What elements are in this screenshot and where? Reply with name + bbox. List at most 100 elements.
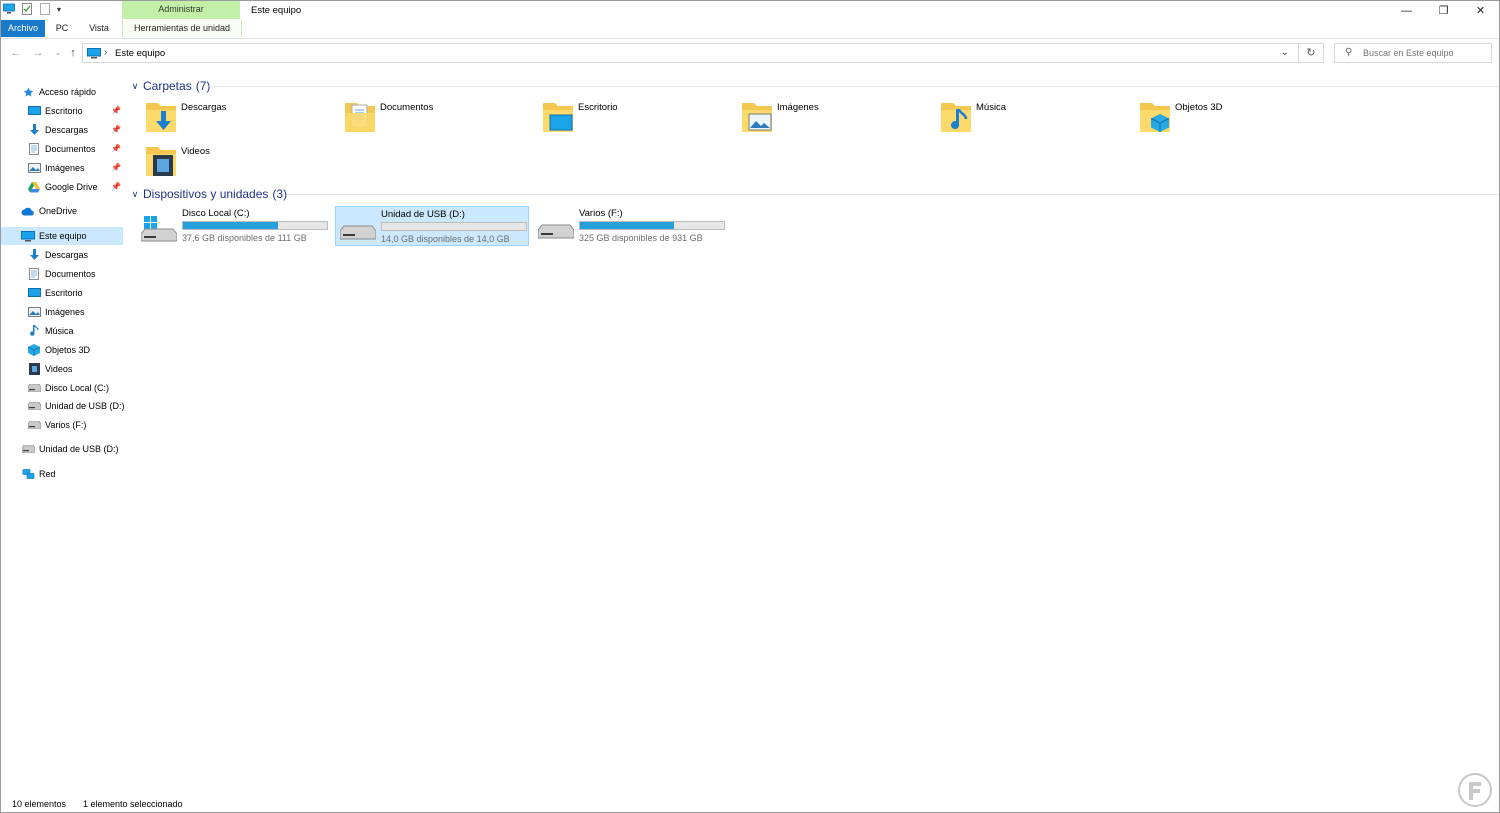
search-box[interactable]: ⚲	[1334, 43, 1492, 63]
folder-videos[interactable]: Videos	[129, 143, 319, 187]
new-folder-icon[interactable]	[39, 3, 51, 15]
folder-escritorio[interactable]: Escritorio	[526, 99, 716, 143]
music-icon	[27, 324, 41, 338]
arrow-left-icon: ←	[10, 47, 22, 59]
forward-button[interactable]: →	[31, 46, 45, 60]
drive-name: Disco Local (C:)	[182, 208, 250, 219]
music-folder-icon	[941, 103, 971, 132]
address-bar[interactable]: › Este equipo ⌄ ↻	[82, 43, 1324, 63]
sidebar-item-escritorio[interactable]: Escritorio 📌	[1, 102, 149, 120]
sidebar-item-videos[interactable]: Videos	[1, 360, 149, 378]
sidebar-item-escritorio[interactable]: Escritorio	[1, 284, 149, 302]
restore-button[interactable]: ❐	[1425, 1, 1462, 20]
navigation-pane: Acceso rápido Escritorio 📌 Descargas 📌 D…	[1, 79, 125, 789]
folder-imagenes[interactable]: Imágenes	[725, 99, 915, 143]
sidebar-item-este-equipo[interactable]: Este equipo	[1, 227, 123, 245]
sidebar-item-label: Imágenes	[45, 307, 85, 317]
chevron-down-icon[interactable]: ∨	[129, 189, 141, 200]
folder-label: Escritorio	[578, 102, 618, 113]
refresh-button[interactable]: ↻	[1298, 44, 1323, 62]
sidebar-item-red[interactable]: Red	[1, 465, 143, 483]
sidebar-item-musica[interactable]: Música	[1, 322, 149, 340]
tab-pc[interactable]: PC	[53, 20, 71, 37]
sidebar-item-label: Google Drive	[45, 182, 98, 192]
address-dropdown-chevron-icon[interactable]: ⌄	[1281, 47, 1289, 58]
refresh-icon: ↻	[1306, 47, 1316, 59]
cloud-icon	[21, 204, 35, 218]
sidebar-item-label: Unidad de USB (D:)	[45, 401, 125, 411]
close-icon: ✕	[1475, 5, 1486, 17]
drive-varios-f[interactable]: Varios (F:) 325 GB disponibles de 931 GB	[534, 206, 728, 246]
sidebar-item-label: Escritorio	[45, 106, 83, 116]
sidebar-item-disco-local-c[interactable]: Disco Local (C:)	[1, 379, 149, 397]
chevron-down-icon[interactable]: ∨	[129, 81, 141, 92]
sidebar-item-unidad-de-usb-d[interactable]: Unidad de USB (D:)	[1, 397, 149, 415]
sidebar-item-imagenes[interactable]: Imágenes	[1, 303, 149, 321]
drive-usage-bar	[381, 222, 527, 231]
search-input[interactable]	[1363, 46, 1488, 60]
sidebar-item-quick-access[interactable]: Acceso rápido	[1, 83, 143, 101]
drive-name: Unidad de USB (D:)	[381, 209, 465, 220]
3d-objects-folder-icon	[1140, 103, 1170, 132]
drive-icon	[27, 418, 41, 432]
group-divider	[287, 194, 1499, 195]
tab-herramientas-de-unidad[interactable]: Herramientas de unidad	[122, 20, 242, 37]
star-icon	[21, 85, 35, 99]
drive-usage-bar	[579, 221, 725, 230]
sidebar-item-label: Documentos	[45, 144, 96, 154]
drive-unidad-de-usb-d[interactable]: Unidad de USB (D:) 14,0 GB disponibles d…	[335, 206, 529, 246]
minimize-icon: —	[1401, 4, 1412, 17]
breadcrumb[interactable]: Este equipo	[115, 48, 165, 59]
pin-icon[interactable]: 📌	[111, 106, 121, 115]
folder-label: Descargas	[181, 102, 227, 113]
folder-label: Imágenes	[777, 102, 819, 113]
sidebar-item-descargas[interactable]: Descargas 📌	[1, 121, 149, 139]
pin-icon[interactable]: 📌	[111, 182, 121, 191]
ribbon-tabs: Archivo PC Vista Herramientas de unidad	[1, 20, 1499, 39]
tab-vista[interactable]: Vista	[85, 20, 113, 37]
drive-usage-fill	[580, 222, 674, 229]
back-button[interactable]: ←	[9, 46, 23, 60]
sidebar-item-label: Unidad de USB (D:)	[39, 444, 119, 454]
sidebar-item-label: Descargas	[45, 250, 89, 260]
sidebar-item-onedrive[interactable]: OneDrive	[1, 202, 143, 220]
folder-descargas[interactable]: Descargas	[129, 99, 319, 143]
close-button[interactable]: ✕	[1462, 1, 1499, 20]
sidebar-item-google-drive[interactable]: Google Drive 📌	[1, 178, 149, 196]
breadcrumb-separator-icon[interactable]: ›	[104, 47, 107, 58]
pin-icon[interactable]: 📌	[111, 144, 121, 153]
group-header-dispositivos[interactable]: ∨ Dispositivos y unidades (3)	[129, 186, 1499, 202]
drive-free-space: 14,0 GB disponibles de 14,0 GB	[381, 234, 510, 244]
sidebar-item-label: Escritorio	[45, 288, 83, 298]
group-header-carpetas[interactable]: ∨ Carpetas (7)	[129, 78, 1499, 94]
file-explorer-window: ▾ Administrar Este equipo — ❐ ✕ Archivo …	[0, 0, 1500, 813]
sidebar-item-documentos[interactable]: Documentos 📌	[1, 140, 149, 158]
navigation-bar: ← → ⌄ ↑ › Este equipo ⌄ ↻ ⚲	[1, 41, 1499, 66]
sidebar-item-varios-f[interactable]: Varios (F:)	[1, 416, 149, 434]
sidebar-item-documentos[interactable]: Documentos	[1, 265, 149, 283]
customize-toolbar-chevron-icon[interactable]: ▾	[57, 5, 61, 14]
folder-objetos-3d[interactable]: Objetos 3D	[1123, 99, 1313, 143]
sidebar-item-unidad-de-usb[interactable]: Unidad de USB (D:)	[1, 440, 143, 458]
tab-archivo[interactable]: Archivo	[1, 20, 45, 37]
documents-icon	[27, 142, 41, 156]
properties-icon[interactable]	[21, 3, 33, 15]
folder-label: Videos	[181, 146, 210, 157]
recent-locations-button[interactable]: ⌄	[51, 46, 65, 60]
pin-icon[interactable]: 📌	[111, 163, 121, 172]
sidebar-item-descargas[interactable]: Descargas	[1, 246, 149, 264]
download-folder-icon	[146, 103, 176, 132]
up-button[interactable]: ↑	[66, 46, 80, 60]
pictures-icon	[27, 161, 41, 175]
google-drive-icon	[27, 180, 41, 194]
logo-watermark-icon	[1458, 773, 1492, 807]
sidebar-item-objetos-3d[interactable]: Objetos 3D	[1, 341, 149, 359]
pc-icon[interactable]	[3, 3, 15, 15]
folder-documentos[interactable]: Documentos	[328, 99, 518, 143]
pin-icon[interactable]: 📌	[111, 125, 121, 134]
sidebar-item-imagenes[interactable]: Imágenes 📌	[1, 159, 149, 177]
minimize-button[interactable]: —	[1388, 1, 1425, 20]
drive-usage-bar	[182, 221, 328, 230]
drive-disco-local-c[interactable]: Disco Local (C:) 37,6 GB disponibles de …	[137, 206, 331, 246]
folder-musica[interactable]: Música	[924, 99, 1114, 143]
